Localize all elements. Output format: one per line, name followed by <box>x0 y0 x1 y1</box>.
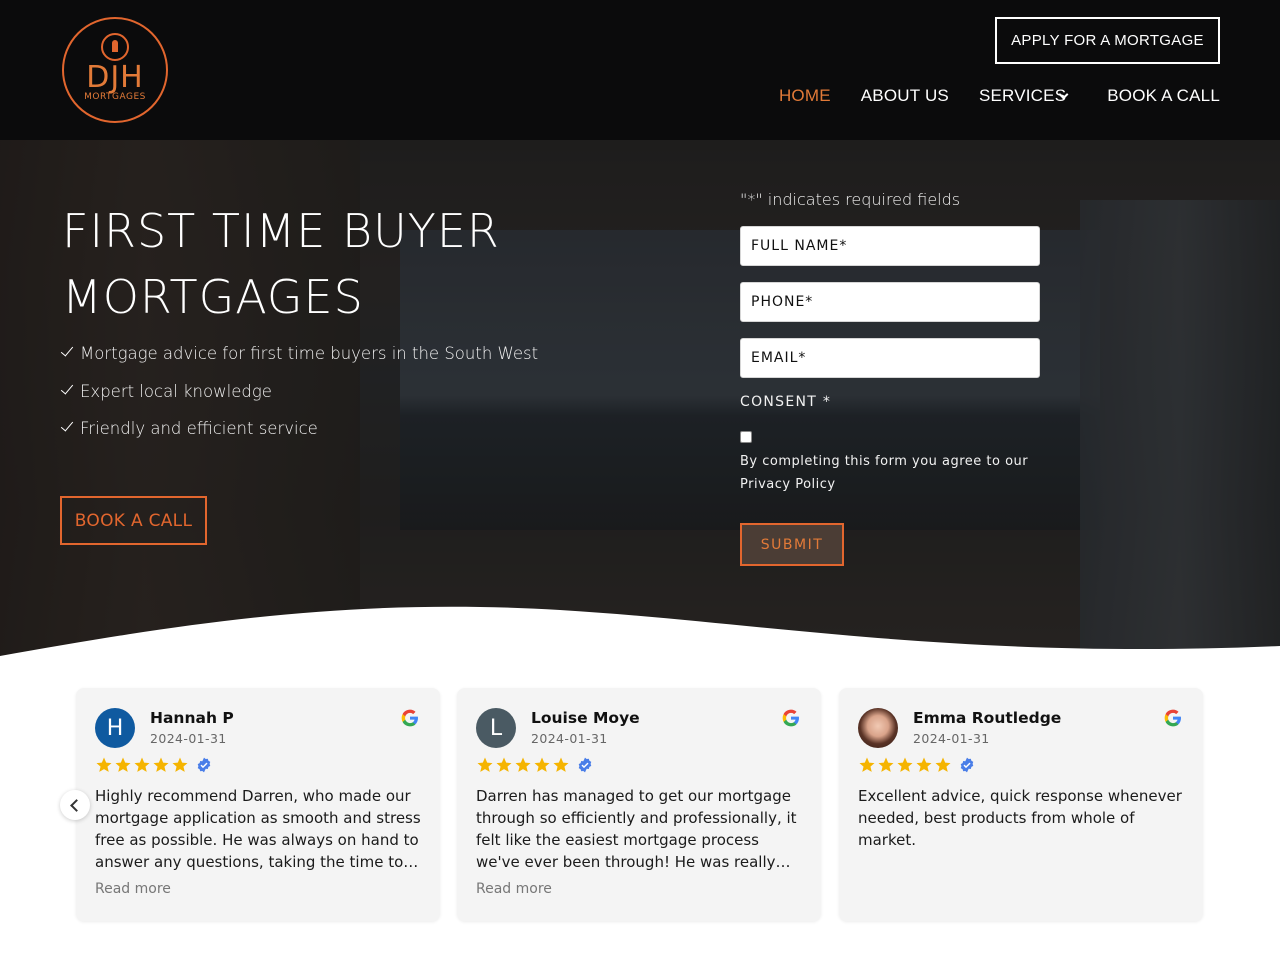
hero-benefits-list: Mortgage advice for first time buyers in… <box>60 344 538 457</box>
star-icon <box>534 757 550 772</box>
required-fields-note: "*" indicates required fields <box>740 190 961 209</box>
read-more-link[interactable]: Read more <box>476 881 552 897</box>
hero-title-line-2: MORTGAGES <box>62 270 364 324</box>
logo-subtitle: MORTGAGES <box>84 91 146 102</box>
read-more-link[interactable]: Read more <box>95 881 171 897</box>
nav-home[interactable]: HOME <box>779 86 831 106</box>
star-icon <box>859 757 875 772</box>
email-input[interactable]: EMAIL* <box>740 338 1040 378</box>
star-icon <box>477 757 493 772</box>
site-header: DJH MORTGAGES APPLY FOR A MORTGAGE HOME … <box>0 0 1280 140</box>
benefit-item: Mortgage advice for first time buyers in… <box>60 344 538 382</box>
star-icon <box>897 757 913 772</box>
star-rating <box>95 756 212 774</box>
review-date: 2024-01-31 <box>531 731 608 746</box>
reviewer-name: Emma Routledge <box>913 709 1062 727</box>
reviewer-avatar: L <box>476 708 516 748</box>
logo-wordmark: DJH <box>86 59 144 95</box>
verified-badge-icon <box>960 757 974 773</box>
reviewer-name: Louise Moye <box>531 709 640 727</box>
star-icon <box>916 757 932 772</box>
review-card: L Louise Moye 2024-01-31 Darren has mana… <box>457 688 821 921</box>
star-rating <box>476 756 593 774</box>
consent-label: CONSENT * <box>740 394 832 410</box>
verified-badge-icon <box>197 757 211 773</box>
full-name-input[interactable]: FULL NAME* <box>740 226 1040 266</box>
star-rating <box>858 756 975 774</box>
main-navigation: HOME ABOUT US SERVICES BOOK A CALL <box>749 86 1220 106</box>
review-date: 2024-01-31 <box>913 731 990 746</box>
google-icon <box>1164 709 1181 727</box>
google-icon <box>401 709 418 727</box>
review-date: 2024-01-31 <box>150 731 227 746</box>
star-icon <box>115 757 131 772</box>
google-icon <box>782 709 799 727</box>
review-text: Excellent advice, quick response wheneve… <box>858 787 1182 849</box>
nav-about-us[interactable]: ABOUT US <box>861 86 949 106</box>
star-icon <box>553 757 569 772</box>
star-icon <box>153 757 169 772</box>
checkmark-icon <box>60 382 74 400</box>
checkmark-icon <box>60 344 74 362</box>
reviews-carousel: H Hannah P 2024-01-31 Highly recommend D… <box>60 688 1220 922</box>
star-icon <box>172 757 188 772</box>
star-icon <box>935 757 951 772</box>
star-icon <box>134 757 150 772</box>
nav-services-label: SERVICES <box>978 86 1067 105</box>
star-icon <box>96 757 112 772</box>
site-logo[interactable]: DJH MORTGAGES <box>62 17 168 123</box>
hero-title: FIRST TIME BUYER MORTGAGES <box>62 198 622 330</box>
verified-badge-icon <box>578 757 592 773</box>
reviewer-avatar-photo <box>858 708 898 748</box>
reviewer-avatar: H <box>95 708 135 748</box>
benefit-item: Expert local knowledge <box>60 382 538 420</box>
house-key-icon <box>101 32 129 61</box>
carousel-prev-button[interactable] <box>60 790 90 820</box>
benefit-text: Expert local knowledge <box>80 381 272 401</box>
review-text: Highly recommend Darren, who made our mo… <box>95 787 421 871</box>
consent-text: By completing this form you agree to our… <box>740 454 1029 492</box>
star-icon <box>515 757 531 772</box>
hero-wave-divider <box>0 606 1280 670</box>
checkmark-icon <box>60 419 74 437</box>
phone-input[interactable]: PHONE* <box>740 282 1040 322</box>
hero-title-line-1: FIRST TIME BUYER <box>62 204 500 258</box>
review-card: Emma Routledge 2024-01-31 Excellent advi… <box>839 688 1203 921</box>
benefit-text: Friendly and efficient service <box>80 419 318 438</box>
nav-book-a-call[interactable]: BOOK A CALL <box>1107 86 1220 106</box>
apply-for-mortgage-button[interactable]: APPLY FOR A MORTGAGE <box>995 17 1220 64</box>
book-a-call-button[interactable]: BOOK A CALL <box>60 496 207 545</box>
submit-button[interactable]: SUBMIT <box>740 523 844 566</box>
benefit-item: Friendly and efficient service <box>60 419 538 457</box>
review-text: Darren has managed to get our mortgage t… <box>476 787 797 871</box>
star-icon <box>878 757 894 772</box>
review-card: H Hannah P 2024-01-31 Highly recommend D… <box>76 688 440 921</box>
benefit-text: Mortgage advice for first time buyers in… <box>80 344 539 363</box>
nav-services[interactable]: SERVICES <box>978 86 1069 106</box>
reviewer-name: Hannah P <box>150 709 234 727</box>
contact-form: "*" indicates required fields FULL NAME*… <box>740 190 1040 566</box>
star-icon <box>496 757 512 772</box>
consent-checkbox[interactable] <box>740 431 752 443</box>
hero-section: FIRST TIME BUYER MORTGAGES Mortgage advi… <box>0 140 1280 670</box>
